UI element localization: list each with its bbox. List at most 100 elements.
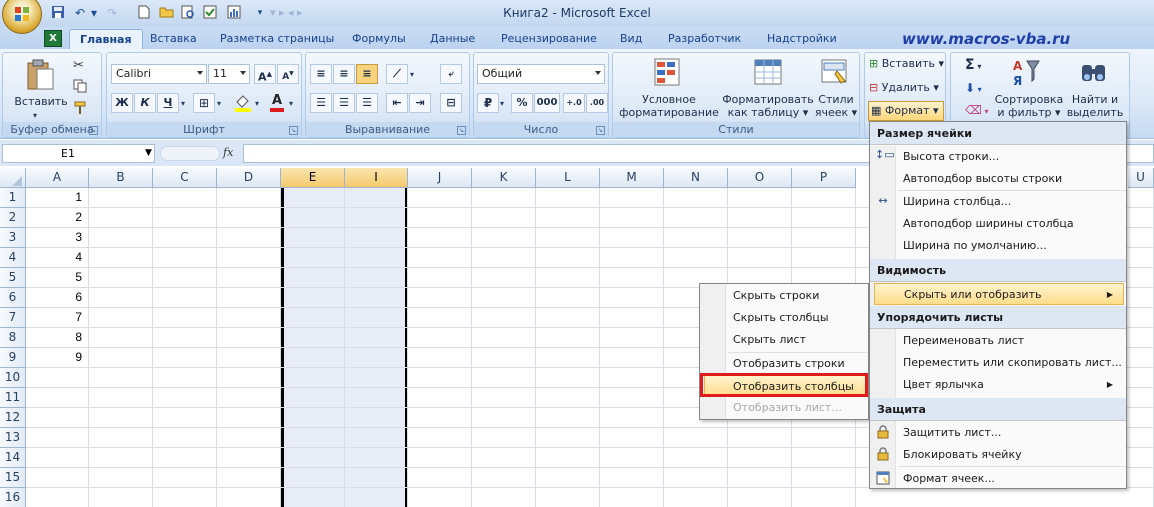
align-bottom-button[interactable]: ≡ [356,64,378,84]
orientation-dropdown-icon[interactable]: ▾ [410,70,414,79]
insert-cells-button[interactable]: ⊞ Вставить ▾ [869,57,944,70]
align-top-button[interactable]: ≡ [310,64,332,84]
cell-a2[interactable]: 2 [26,210,86,224]
tab-page-layout[interactable]: Разметка страницы [216,29,338,49]
grow-font-button[interactable]: A▲ [254,64,276,84]
clear-icon[interactable]: ⌫ ▾ [965,103,989,117]
column-header-c[interactable]: C [153,168,217,188]
row-header-6[interactable]: 6 [0,288,26,308]
merge-center-button[interactable]: ⊟ [440,93,462,113]
underline-dropdown-icon[interactable]: ▾ [181,99,185,108]
paste-dropdown-icon[interactable]: ▾ [33,111,37,120]
delete-cells-button[interactable]: ⊟ Удалить ▾ [869,81,939,94]
column-width-item[interactable]: Ширина столбца... [903,191,1123,213]
format-as-table-button[interactable]: Форматировать как таблицу ▾ [721,93,815,119]
italic-button[interactable]: К [134,93,156,113]
tab-home[interactable]: Главная [69,29,143,49]
column-header-o[interactable]: O [728,168,792,188]
decrease-indent-button[interactable]: ⇤ [386,93,408,113]
row-header-9[interactable]: 9 [0,348,26,368]
tab-developer[interactable]: Разработчик [664,29,745,49]
sort-filter-button[interactable]: Сортировка и фильтр ▾ [993,93,1065,119]
autofit-column-width-item[interactable]: Автоподбор ширины столбца [903,213,1123,235]
excel-doc-icon[interactable]: X [44,30,62,47]
align-middle-button[interactable]: ≡ [333,64,355,84]
hide-sheet-item[interactable]: Скрыть лист [733,329,867,351]
borders-button[interactable]: ⊞ [193,93,215,113]
row-height-item[interactable]: Высота строки... [903,146,1123,168]
cell-a3[interactable]: 3 [26,230,86,244]
row-header-14[interactable]: 14 [0,448,26,468]
currency-dropdown-icon[interactable]: ▾ [500,99,504,108]
column-header-i[interactable]: I [345,168,408,188]
cell-a9[interactable]: 9 [26,350,86,364]
formula-bar-splitter[interactable] [160,146,220,161]
tab-color-item[interactable]: Цвет ярлычка ▶ [903,374,1123,396]
name-box[interactable]: E1 [2,144,155,163]
hide-rows-item[interactable]: Скрыть строки [733,285,867,307]
row-header-2[interactable]: 2 [0,208,26,228]
protect-sheet-item[interactable]: Защитить лист... [903,422,1123,444]
column-header-e[interactable]: E [281,168,345,188]
row-header-13[interactable]: 13 [0,428,26,448]
align-right-button[interactable]: ☰ [356,93,378,113]
column-header-p[interactable]: P [792,168,856,188]
fill-color-icon[interactable] [233,93,253,113]
clipboard-launcher-icon[interactable]: ↘ [89,126,98,135]
increase-indent-button[interactable]: ⇥ [409,93,431,113]
row-header-4[interactable]: 4 [0,248,26,268]
wrap-text-button[interactable]: ⤶ [440,64,462,84]
tab-data[interactable]: Данные [426,29,479,49]
tab-review[interactable]: Рецензирование [497,29,601,49]
tab-view[interactable]: Вид [616,29,646,49]
borders-dropdown-icon[interactable]: ▾ [217,99,221,108]
cell-styles-button[interactable]: Стили ячеек ▾ [813,93,859,119]
currency-button[interactable]: ₽ [477,93,499,113]
autosum-icon[interactable]: Σ ▾ [965,57,981,73]
fill-color-dropdown-icon[interactable]: ▾ [255,99,259,108]
row-header-11[interactable]: 11 [0,388,26,408]
move-copy-sheet-item[interactable]: Переместить или скопировать лист... [903,352,1123,374]
font-color-dropdown-icon[interactable]: ▾ [289,99,293,108]
font-launcher-icon[interactable]: ↘ [289,126,298,135]
insert-function-button[interactable]: fx [223,146,233,159]
unhide-rows-item[interactable]: Отобразить строки [733,353,867,375]
format-painter-icon[interactable] [73,101,87,115]
font-size-select[interactable]: 11 [208,64,250,84]
default-width-item[interactable]: Ширина по умолчанию... [903,235,1123,257]
fill-down-icon[interactable]: ⬇ ▾ [965,81,982,95]
font-color-icon[interactable]: A [267,93,287,113]
underline-button[interactable]: Ч [157,93,179,113]
row-header-16[interactable]: 16 [0,488,26,507]
row-header-1[interactable]: 1 [0,188,26,208]
orientation-button[interactable]: ⟋ [386,64,408,84]
tab-insert[interactable]: Вставка [146,29,201,49]
format-cells-item[interactable]: Формат ячеек... [903,468,1123,490]
row-header-12[interactable]: 12 [0,408,26,428]
paste-button[interactable]: Вставить [13,95,69,108]
column-header-m[interactable]: M [600,168,664,188]
cut-icon[interactable]: ✂ [73,58,84,73]
column-header-l[interactable]: L [536,168,600,188]
column-header-u[interactable]: U [1128,168,1154,188]
find-select-icon[interactable] [1079,57,1109,87]
tab-addins[interactable]: Надстройки [763,29,841,49]
row-header-7[interactable]: 7 [0,308,26,328]
cell-a7[interactable]: 7 [26,310,86,324]
cell-a1[interactable]: 1 [26,190,86,204]
hide-columns-item[interactable]: Скрыть столбцы [733,307,867,329]
column-header-n[interactable]: N [664,168,728,188]
bold-button[interactable]: Ж [111,93,133,113]
alignment-launcher-icon[interactable]: ↘ [457,126,466,135]
row-header-8[interactable]: 8 [0,328,26,348]
cell-styles-icon[interactable] [819,57,851,89]
cell-a4[interactable]: 4 [26,250,86,264]
shrink-font-button[interactable]: A▼ [277,64,299,84]
number-launcher-icon[interactable]: ↘ [596,126,605,135]
column-header-j[interactable]: J [408,168,472,188]
column-header-a[interactable]: A [26,168,89,188]
increase-decimal-button[interactable]: +.0 [563,93,585,113]
row-header-5[interactable]: 5 [0,268,26,288]
cell-a6[interactable]: 6 [26,290,86,304]
row-header-3[interactable]: 3 [0,228,26,248]
